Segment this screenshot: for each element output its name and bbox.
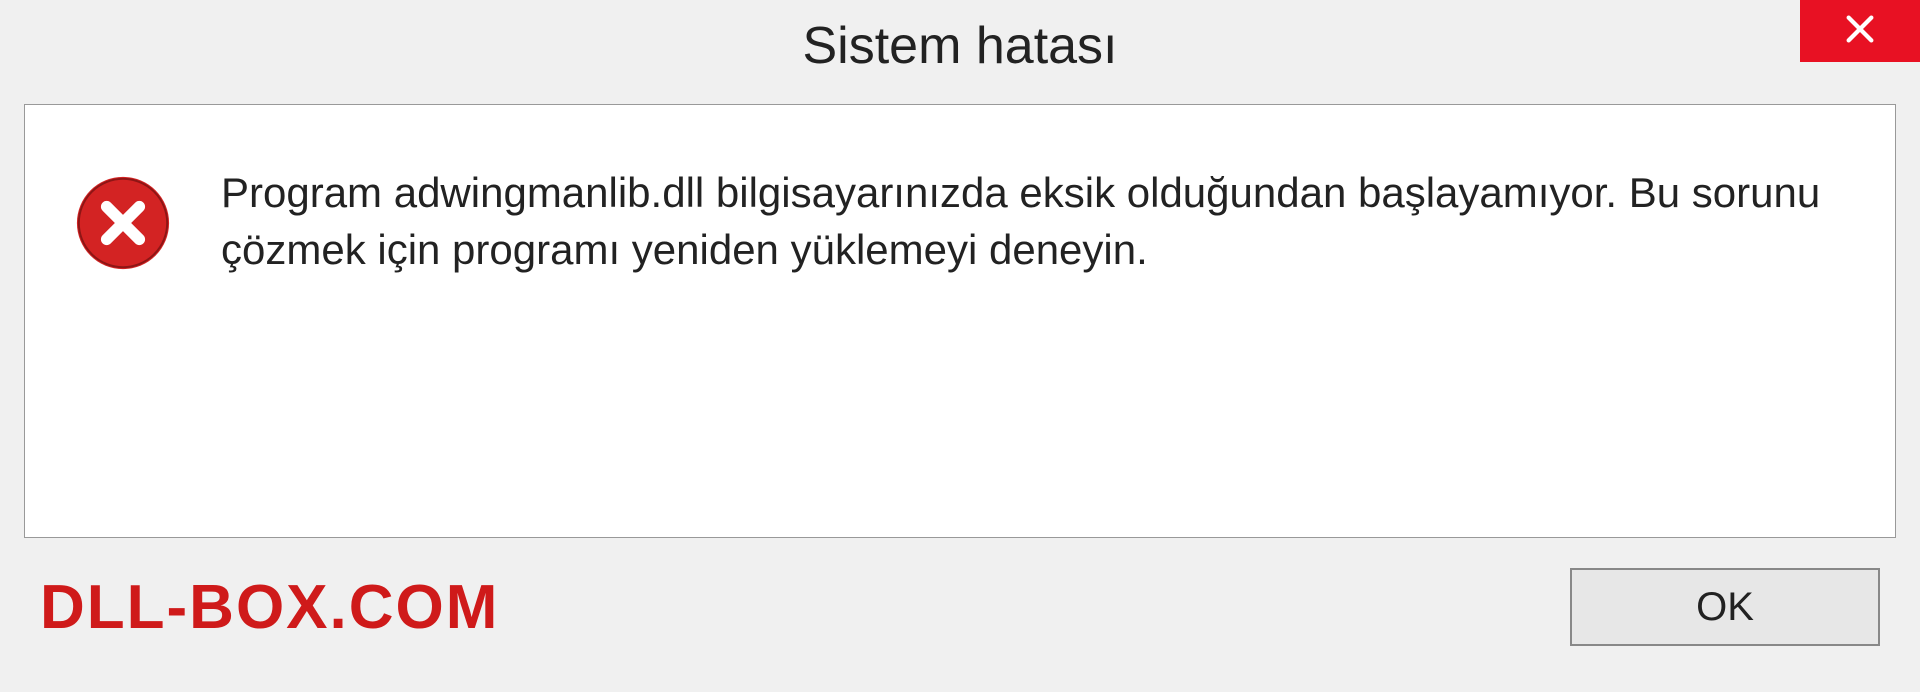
content-panel: Program adwingmanlib.dll bilgisayarınızd… [24, 104, 1896, 538]
titlebar: Sistem hatası [0, 0, 1920, 92]
ok-button-label: OK [1696, 585, 1754, 630]
close-icon [1843, 12, 1877, 51]
footer: DLL-BOX.COM OK [0, 538, 1920, 646]
error-message: Program adwingmanlib.dll bilgisayarınızd… [221, 165, 1845, 278]
ok-button[interactable]: OK [1570, 568, 1880, 646]
close-button[interactable] [1800, 0, 1920, 62]
watermark-text: DLL-BOX.COM [40, 572, 499, 643]
dialog-title: Sistem hatası [802, 16, 1117, 76]
error-icon [75, 175, 171, 271]
